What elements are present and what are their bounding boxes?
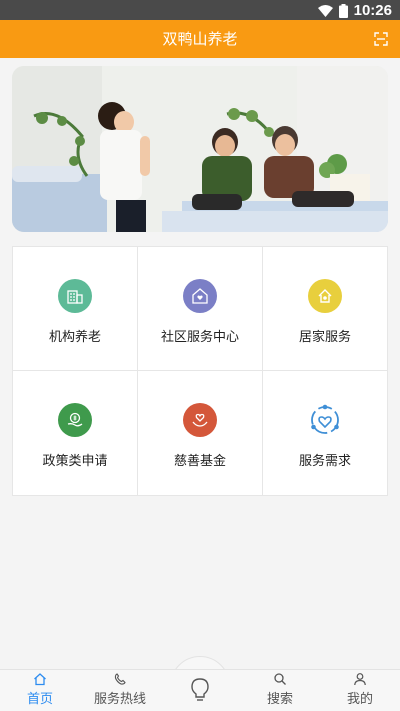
service-institutional-care[interactable]: 机构养老 <box>13 247 138 371</box>
service-charity-fund[interactable]: 慈善基金 <box>138 371 263 495</box>
tab-search[interactable]: 搜索 <box>260 670 300 711</box>
service-home-care[interactable]: 居家服务 <box>263 247 387 371</box>
tab-label: 服务热线 <box>93 692 146 707</box>
status-icons: 10:26 <box>317 2 392 19</box>
building-icon <box>58 279 92 313</box>
tab-label: 首页 <box>26 692 53 707</box>
tab-home[interactable]: 首页 <box>20 670 60 711</box>
charity-heart-icon <box>183 403 217 437</box>
service-community-center[interactable]: 社区服务中心 <box>138 247 263 371</box>
home-care-icon <box>308 279 342 313</box>
service-demand[interactable]: 服务需求 <box>263 371 387 495</box>
lightbulb-icon <box>191 678 209 701</box>
search-icon <box>274 673 286 685</box>
service-policy-application[interactable]: 政策类申请 <box>13 371 138 495</box>
wifi-icon <box>317 4 333 17</box>
service-label: 服务需求 <box>298 454 351 469</box>
status-time: 10:26 <box>353 2 392 19</box>
tab-mine[interactable]: 我的 <box>340 670 380 711</box>
user-icon <box>354 673 366 686</box>
app-header: 双鸭山养老 <box>0 20 400 58</box>
services-grid: 机构养老 社区服务中心 居家服务 政策类申请 慈善基金 服务需求 <box>12 246 388 496</box>
service-label: 居家服务 <box>298 330 351 345</box>
scan-icon[interactable] <box>374 32 388 46</box>
service-label: 社区服务中心 <box>160 330 239 345</box>
page-title: 双鸭山养老 <box>162 30 238 48</box>
banner-photo <box>12 66 388 232</box>
tab-hotline[interactable]: 服务热线 <box>90 670 150 711</box>
house-heart-icon <box>183 279 217 313</box>
service-label: 慈善基金 <box>173 454 226 469</box>
home-icon <box>34 673 46 686</box>
tab-center[interactable] <box>185 675 215 705</box>
tab-label: 搜索 <box>266 692 293 707</box>
service-label: 政策类申请 <box>42 454 108 469</box>
banner-image[interactable] <box>12 66 388 232</box>
phone-icon <box>114 673 126 685</box>
service-label: 机构养老 <box>48 330 101 345</box>
tab-label: 我的 <box>346 692 373 707</box>
status-bar: 10:26 <box>0 0 400 20</box>
battery-icon <box>338 3 348 18</box>
service-heart-icon <box>308 403 342 437</box>
money-hand-icon <box>58 403 92 437</box>
